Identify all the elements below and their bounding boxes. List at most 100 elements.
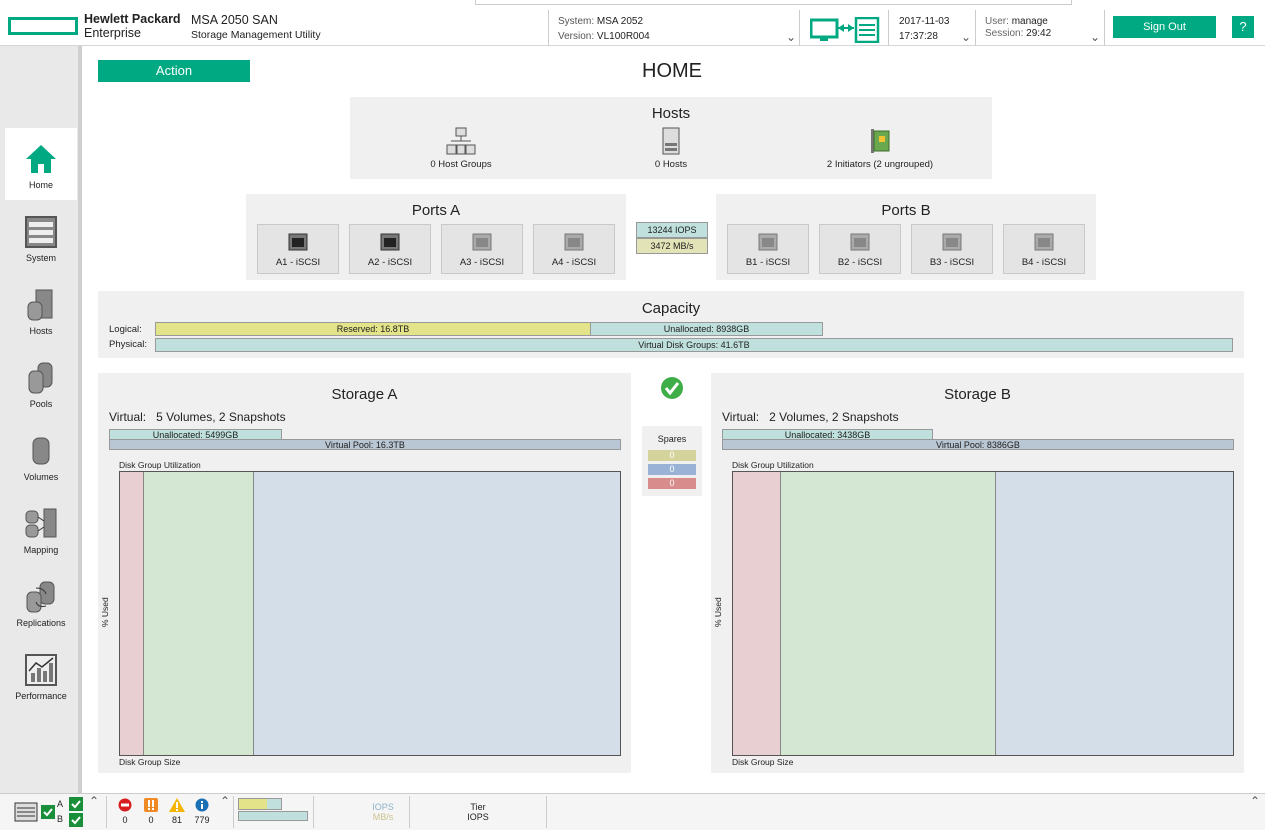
host-groups-item[interactable]: 0 Host Groups [391, 127, 531, 170]
capacity-panel[interactable]: Capacity Logical: Physical: Reserved: 16… [98, 291, 1244, 358]
chevron-down-icon[interactable]: ⌄ [786, 30, 796, 44]
chevron-up-icon[interactable]: ⌃ [220, 794, 230, 808]
capacity-mini-bar[interactable] [238, 798, 282, 810]
hosts-icon [27, 289, 53, 321]
sidebar-item-performance[interactable]: Performance [5, 639, 77, 711]
storage-b-virtual: Virtual: 2 Volumes, 2 Snapshots [722, 410, 899, 424]
initiator-card-icon [871, 129, 890, 153]
port-label: A4 - iSCSI [551, 257, 597, 268]
port-b4[interactable]: B4 - iSCSI [1003, 224, 1085, 274]
tier-segment [996, 472, 1233, 755]
system-value: MSA 2052 [596, 16, 644, 27]
enclosure-icon[interactable] [14, 802, 38, 822]
critical-count: 0 [122, 815, 128, 825]
page-title: HOME [642, 60, 702, 82]
volumes-icon [32, 437, 50, 465]
storage-a-virtual-pool-bar[interactable]: Virtual Pool: 16.3TB [109, 439, 621, 450]
footer-iops-label: IOPS [372, 802, 394, 812]
host-connection-icon[interactable] [809, 16, 880, 44]
status-footer: A B ⌃ 0 0 81 779 ⌃ IOPS MB/s Tier IOPS ⌃ [0, 793, 1265, 830]
port-label: A2 - iSCSI [367, 257, 413, 268]
port-a2[interactable]: A2 - iSCSI [349, 224, 431, 274]
hosts-panel[interactable]: Hosts 0 Host Groups 0 Hosts 2 Initiators… [350, 97, 992, 179]
sidebar-item-home[interactable]: Home [5, 128, 77, 200]
header-divider [1104, 10, 1105, 46]
disk-group-utilization-chart[interactable] [732, 471, 1234, 756]
health-ok-icon[interactable] [660, 376, 684, 400]
app-header: Hewlett Packard Enterprise MSA 2050 SAN … [0, 0, 1265, 46]
ethernet-port-icon [850, 233, 870, 251]
ports-a-panel: Ports A A1 - iSCSI A2 - iSCSI A3 - iSCSI… [246, 194, 626, 280]
warning-icon[interactable] [169, 798, 185, 812]
host-groups-icon [446, 127, 476, 155]
port-a1[interactable]: A1 - iSCSI [257, 224, 339, 274]
check-icon [41, 805, 55, 819]
ethernet-port-icon [1034, 233, 1054, 251]
chart-title: Disk Group Utilization [732, 460, 814, 470]
brand-line1: Hewlett Packard [84, 12, 181, 26]
host-server-icon [662, 127, 680, 155]
disk-group-utilization-chart[interactable] [119, 471, 621, 756]
reserved-bar[interactable]: Reserved: 16.8TB [155, 322, 591, 336]
port-b2[interactable]: B2 - iSCSI [819, 224, 901, 274]
virtual-disk-groups-bar[interactable]: Virtual Disk Groups: 41.6TB [155, 338, 1233, 352]
top-strip [475, 0, 1072, 5]
sidebar-item-pools[interactable]: Pools [5, 347, 77, 419]
x-axis-label: Disk Group Size [119, 757, 181, 767]
virtual-label: Virtual: [722, 410, 760, 424]
port-label: B3 - iSCSI [929, 257, 975, 268]
throughput-value[interactable]: 3472 MB/s [636, 238, 708, 254]
date-value: 2017-11-03 [899, 16, 950, 27]
sidebar-item-volumes[interactable]: Volumes [5, 420, 77, 492]
unallocated-bar[interactable]: Unallocated: 8938GB [590, 322, 823, 336]
capacity-title: Capacity [641, 300, 701, 317]
spares-panel[interactable]: Spares 0 0 0 [642, 426, 702, 496]
performance-icon [25, 654, 57, 686]
sidebar-item-hosts[interactable]: Hosts [5, 274, 77, 346]
help-button[interactable]: ? [1232, 16, 1254, 38]
port-label: B4 - iSCSI [1021, 257, 1067, 268]
sign-out-button[interactable]: Sign Out [1113, 16, 1216, 38]
sidebar-item-replications[interactable]: Replications [5, 566, 77, 638]
storage-b-title: Storage B [944, 386, 1011, 403]
brand-line2: Enterprise [84, 26, 141, 40]
footer-divider [313, 796, 314, 828]
port-a3[interactable]: A3 - iSCSI [441, 224, 523, 274]
hosts-count: 0 Hosts [654, 159, 688, 170]
user-key: User: [985, 16, 1009, 27]
storage-a-virtual: Virtual: 5 Volumes, 2 Snapshots [109, 410, 286, 424]
controller-a-label: A [57, 799, 64, 809]
chevron-up-icon[interactable]: ⌃ [1250, 794, 1260, 808]
info-icon[interactable] [195, 798, 209, 812]
tier-segment [254, 472, 620, 755]
ports-b-panel: Ports B B1 - iSCSI B2 - iSCSI B3 - iSCSI… [716, 194, 1096, 280]
port-a4[interactable]: A4 - iSCSI [533, 224, 615, 274]
critical-icon[interactable] [118, 798, 132, 812]
spares-title: Spares [657, 434, 687, 444]
port-label: A3 - iSCSI [459, 257, 505, 268]
tier-segment [733, 472, 781, 755]
hosts-item[interactable]: 0 Hosts [601, 127, 741, 170]
chevron-down-icon[interactable]: ⌄ [1090, 30, 1100, 44]
port-b3[interactable]: B3 - iSCSI [911, 224, 993, 274]
initiators-item[interactable]: 2 Initiators (2 ungrouped) [810, 127, 950, 170]
info-count: 779 [194, 815, 210, 825]
sidebar-item-label: Replications [16, 618, 66, 628]
chevron-down-icon[interactable]: ⌄ [961, 30, 971, 44]
sidebar-item-mapping[interactable]: Mapping [5, 493, 77, 565]
error-icon[interactable] [144, 798, 158, 812]
sidebar-item-label: Volumes [23, 472, 59, 482]
iops-value[interactable]: 13244 IOPS [636, 222, 708, 238]
action-button[interactable]: Action [98, 60, 250, 82]
storage-a-panel: Storage A Virtual: 5 Volumes, 2 Snapshot… [98, 373, 631, 773]
sidebar-item-system[interactable]: System [5, 201, 77, 273]
capacity-mini-physical[interactable] [238, 811, 308, 821]
port-b1[interactable]: B1 - iSCSI [727, 224, 809, 274]
hosts-title: Hosts [651, 105, 691, 122]
storage-b-virtual-pool-bar[interactable]: Virtual Pool: 8386GB [722, 439, 1234, 450]
chevron-up-icon[interactable]: ⌃ [89, 794, 99, 808]
ports-a-title: Ports A [411, 202, 461, 219]
pools-icon [28, 362, 53, 394]
spares-bar: 0 [648, 450, 696, 461]
tier-segment [120, 472, 144, 755]
